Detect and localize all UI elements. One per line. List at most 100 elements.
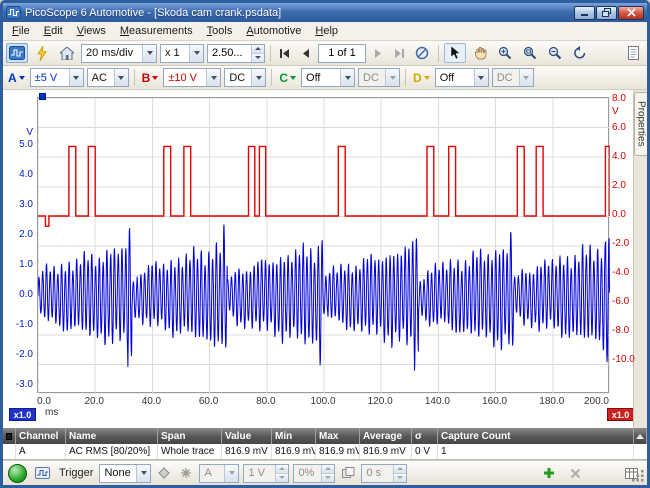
- zoom-in-tool-button[interactable]: [494, 43, 516, 63]
- title-bar[interactable]: PicoScope 6 Automotive - [Skoda cam cran…: [3, 3, 647, 22]
- left-axis-label[interactable]: 5.0: [3, 139, 33, 150]
- channel-d-label[interactable]: D: [411, 71, 432, 85]
- channel-a-range-select[interactable]: ±5 V: [30, 68, 84, 87]
- channel-b-range-select[interactable]: ±10 V: [163, 68, 221, 87]
- right-axis-label[interactable]: 6.0: [612, 122, 638, 133]
- buffer-previous-button[interactable]: [297, 43, 315, 63]
- right-axis-label[interactable]: 8.0: [612, 93, 638, 104]
- buffer-last-button[interactable]: [390, 43, 408, 63]
- trigger-mode-select[interactable]: None: [99, 464, 151, 483]
- channel-a-label[interactable]: A: [6, 71, 27, 85]
- x-axis-label: 180.0: [532, 396, 572, 407]
- timebase-select[interactable]: 20 ms/div: [81, 44, 157, 63]
- right-axis-label[interactable]: -4.0: [612, 267, 638, 278]
- spinner-buttons[interactable]: [393, 465, 406, 482]
- delete-icon: [570, 468, 581, 479]
- column-header-channel[interactable]: Channel: [16, 428, 66, 444]
- undo-zoom-button[interactable]: [569, 43, 591, 63]
- channel-c-coupling-select[interactable]: DC: [358, 68, 400, 87]
- right-axis-label[interactable]: -6.0: [612, 296, 638, 307]
- channel-d-range-select[interactable]: Off: [435, 68, 489, 87]
- left-axis-label[interactable]: 1.0: [3, 259, 33, 270]
- scope-plot[interactable]: [37, 97, 609, 393]
- right-axis-label[interactable]: -8.0: [612, 325, 638, 336]
- measurement-row[interactable]: A AC RMS [80/20%] Whole trace 816.9 mV 8…: [3, 444, 647, 460]
- add-measurement-button[interactable]: [538, 463, 560, 483]
- left-axis-label[interactable]: -3.0: [3, 379, 33, 390]
- menu-tools[interactable]: Tools: [200, 23, 240, 40]
- spinner-buttons[interactable]: [251, 45, 264, 62]
- left-axis-label[interactable]: -1.0: [3, 319, 33, 330]
- buffer-overview-button[interactable]: [411, 43, 433, 63]
- resize-grip[interactable]: [632, 470, 645, 483]
- column-header-min[interactable]: Min: [272, 428, 316, 444]
- trigger-source-select[interactable]: A: [199, 464, 239, 483]
- minimize-button[interactable]: [574, 6, 595, 20]
- channel-c-range-select[interactable]: Off: [301, 68, 355, 87]
- channel-a-offset-marker[interactable]: [39, 93, 46, 100]
- advanced-trigger-button[interactable]: [177, 463, 195, 483]
- buffer-next-button[interactable]: [369, 43, 387, 63]
- column-header-average[interactable]: Average: [360, 428, 412, 444]
- trigger-delay-spinner[interactable]: 0 s: [361, 464, 407, 483]
- max-samples-spinner[interactable]: 2.50...: [207, 44, 265, 63]
- menu-measurements[interactable]: Measurements: [113, 23, 200, 40]
- table-handle[interactable]: [3, 428, 16, 444]
- left-axis-label[interactable]: 3.0: [3, 199, 33, 210]
- menu-help[interactable]: Help: [308, 23, 345, 40]
- channel-c-label[interactable]: C: [277, 71, 298, 85]
- auto-setup-button[interactable]: [31, 43, 53, 63]
- start-stop-button[interactable]: [8, 464, 27, 483]
- pointer-tool-button[interactable]: [444, 43, 466, 63]
- pre-trigger-spinner[interactable]: 0%: [293, 464, 335, 483]
- notes-button[interactable]: [622, 43, 644, 63]
- channel-a-coupling-select[interactable]: AC: [87, 68, 129, 87]
- right-axis-label[interactable]: 2.0: [612, 180, 638, 191]
- right-axis-label[interactable]: 0.0: [612, 209, 638, 220]
- column-header-sigma[interactable]: σ: [412, 428, 438, 444]
- scope-mode-button[interactable]: [6, 43, 28, 63]
- chevron-down-icon: [19, 76, 25, 80]
- column-header-capture-count[interactable]: Capture Count: [438, 428, 634, 444]
- quick-trigger-button[interactable]: [155, 463, 173, 483]
- buffer-first-button[interactable]: [276, 43, 294, 63]
- left-axis-label[interactable]: 4.0: [3, 169, 33, 180]
- hand-tool-button[interactable]: [469, 43, 491, 63]
- column-header-name[interactable]: Name: [66, 428, 158, 444]
- channel-b-coupling-select[interactable]: DC: [224, 68, 266, 87]
- menu-views[interactable]: Views: [70, 23, 113, 40]
- close-button[interactable]: [618, 6, 644, 20]
- x-axis-label: 140.0: [417, 396, 457, 407]
- left-axis-label[interactable]: 0.0: [3, 289, 33, 300]
- menu-edit[interactable]: Edit: [37, 23, 70, 40]
- marquee-zoom-tool-button[interactable]: [519, 43, 541, 63]
- cursor-arrow-icon: [449, 46, 461, 60]
- column-header-value[interactable]: Value: [222, 428, 272, 444]
- spinner-buttons[interactable]: [321, 465, 334, 482]
- column-header-max[interactable]: Max: [316, 428, 360, 444]
- menu-file[interactable]: File: [5, 23, 37, 40]
- home-button[interactable]: [56, 43, 78, 63]
- rapid-trigger-button[interactable]: [339, 463, 357, 483]
- maximize-button[interactable]: [596, 6, 617, 20]
- zoom-out-tool-button[interactable]: [544, 43, 566, 63]
- trigger-scope-button[interactable]: [31, 463, 53, 483]
- separator: [134, 69, 135, 86]
- spinner-buttons[interactable]: [275, 465, 288, 482]
- right-axis-label[interactable]: -10.0: [612, 354, 638, 365]
- right-axis-label[interactable]: 4.0: [612, 151, 638, 162]
- collapse-table-button[interactable]: [634, 428, 647, 444]
- menu-automotive[interactable]: Automotive: [239, 23, 308, 40]
- right-axis-label[interactable]: -2.0: [612, 238, 638, 249]
- channel-d-coupling-select[interactable]: DC: [492, 68, 534, 87]
- left-axis-label[interactable]: -2.0: [3, 349, 33, 360]
- horizontal-zoom-select[interactable]: x 1: [160, 44, 204, 63]
- column-header-span[interactable]: Span: [158, 428, 222, 444]
- buffer-overview-icon: [415, 46, 429, 60]
- x-axis-label: 160.0: [475, 396, 515, 407]
- channel-b-label[interactable]: B: [140, 71, 161, 85]
- left-axis-label[interactable]: 2.0: [3, 229, 33, 240]
- cell-capture-count: 1: [438, 444, 634, 459]
- delete-measurement-button[interactable]: [564, 463, 586, 483]
- trigger-threshold-spinner[interactable]: 1 V: [243, 464, 289, 483]
